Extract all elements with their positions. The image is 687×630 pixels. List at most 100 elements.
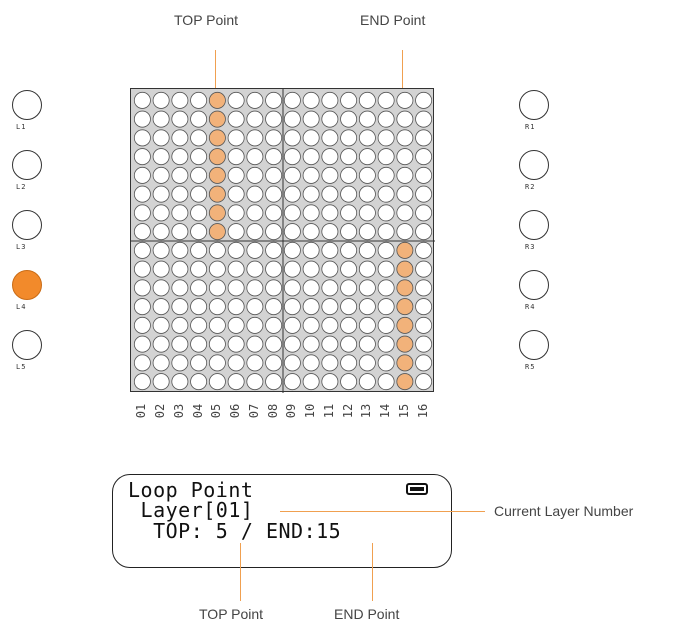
grid-pad-r3-c13[interactable] (358, 129, 376, 147)
grid-pad-r16-c14[interactable] (377, 373, 395, 391)
grid-pad-r9-c2[interactable] (152, 241, 170, 259)
grid-pad-r11-c10[interactable] (302, 279, 320, 297)
grid-pad-r8-c15[interactable] (396, 223, 414, 241)
grid-pad-r1-c4[interactable] (190, 91, 208, 109)
grid-pad-r13-c10[interactable] (302, 316, 320, 334)
grid-pad-r2-c11[interactable] (321, 110, 339, 128)
grid-pad-r15-c5[interactable] (208, 354, 226, 372)
grid-pad-r5-c16[interactable] (415, 166, 433, 184)
grid-pad-r2-c1[interactable] (133, 110, 151, 128)
grid-pad-r9-c7[interactable] (246, 241, 264, 259)
top-point-pad-r5-c5[interactable] (208, 166, 226, 184)
grid-pad-r9-c3[interactable] (171, 241, 189, 259)
grid-pad-r16-c1[interactable] (133, 373, 151, 391)
grid-pad-r7-c3[interactable] (171, 204, 189, 222)
grid-pad-r10-c16[interactable] (415, 260, 433, 278)
grid-pad-r5-c13[interactable] (358, 166, 376, 184)
grid-pad-r4-c16[interactable] (415, 148, 433, 166)
grid-pad-r8-c7[interactable] (246, 223, 264, 241)
grid-pad-r10-c2[interactable] (152, 260, 170, 278)
grid-pad-r8-c11[interactable] (321, 223, 339, 241)
grid-pad-r11-c1[interactable] (133, 279, 151, 297)
grid-pad-r12-c4[interactable] (190, 298, 208, 316)
grid-pad-r1-c13[interactable] (358, 91, 376, 109)
grid-pad-r4-c4[interactable] (190, 148, 208, 166)
grid-pad-r1-c15[interactable] (396, 91, 414, 109)
grid-pad-r10-c14[interactable] (377, 260, 395, 278)
grid-pad-r11-c5[interactable] (208, 279, 226, 297)
grid-pad-r16-c11[interactable] (321, 373, 339, 391)
grid-pad-r14-c1[interactable] (133, 335, 151, 353)
grid-pad-r16-c9[interactable] (283, 373, 301, 391)
pad-button-l5[interactable] (12, 330, 42, 360)
grid-pad-r16-c12[interactable] (340, 373, 358, 391)
top-point-pad-r8-c5[interactable] (208, 223, 226, 241)
grid-pad-r8-c9[interactable] (283, 223, 301, 241)
grid-pad-r9-c4[interactable] (190, 241, 208, 259)
grid-pad-r15-c13[interactable] (358, 354, 376, 372)
grid-pad-r7-c11[interactable] (321, 204, 339, 222)
grid-pad-r10-c5[interactable] (208, 260, 226, 278)
grid-pad-r5-c9[interactable] (283, 166, 301, 184)
grid-pad-r5-c1[interactable] (133, 166, 151, 184)
grid-pad-r6-c13[interactable] (358, 185, 376, 203)
grid-pad-r4-c14[interactable] (377, 148, 395, 166)
grid-pad-r1-c10[interactable] (302, 91, 320, 109)
grid-pad-r15-c2[interactable] (152, 354, 170, 372)
grid-pad-r12-c6[interactable] (227, 298, 245, 316)
grid-pad-r16-c2[interactable] (152, 373, 170, 391)
grid-pad-r6-c16[interactable] (415, 185, 433, 203)
grid-pad-r6-c1[interactable] (133, 185, 151, 203)
grid-pad-r7-c14[interactable] (377, 204, 395, 222)
grid-pad-r2-c13[interactable] (358, 110, 376, 128)
grid-pad-r2-c7[interactable] (246, 110, 264, 128)
grid-pad-r12-c12[interactable] (340, 298, 358, 316)
grid-pad-r6-c10[interactable] (302, 185, 320, 203)
grid-pad-r5-c6[interactable] (227, 166, 245, 184)
grid-pad-r16-c4[interactable] (190, 373, 208, 391)
grid-pad-r16-c7[interactable] (246, 373, 264, 391)
grid-pad-r7-c8[interactable] (265, 204, 283, 222)
grid-pad-r8-c2[interactable] (152, 223, 170, 241)
pad-button-r1[interactable] (519, 90, 549, 120)
top-point-pad-r2-c5[interactable] (208, 110, 226, 128)
grid-pad-r9-c14[interactable] (377, 241, 395, 259)
grid-pad-r1-c8[interactable] (265, 91, 283, 109)
grid-pad-r1-c7[interactable] (246, 91, 264, 109)
grid-pad-r13-c1[interactable] (133, 316, 151, 334)
grid-pad-r8-c1[interactable] (133, 223, 151, 241)
grid-pad-r9-c13[interactable] (358, 241, 376, 259)
grid-pad-r14-c4[interactable] (190, 335, 208, 353)
grid-pad-r1-c1[interactable] (133, 91, 151, 109)
grid-pad-r4-c3[interactable] (171, 148, 189, 166)
grid-pad-r5-c15[interactable] (396, 166, 414, 184)
grid-pad-r4-c8[interactable] (265, 148, 283, 166)
grid-pad-r13-c9[interactable] (283, 316, 301, 334)
grid-pad-r15-c10[interactable] (302, 354, 320, 372)
grid-pad-r1-c12[interactable] (340, 91, 358, 109)
grid-pad-r12-c13[interactable] (358, 298, 376, 316)
pad-button-r4[interactable] (519, 270, 549, 300)
end-point-pad-r12-c15[interactable] (396, 298, 414, 316)
grid-pad-r14-c7[interactable] (246, 335, 264, 353)
grid-pad-r6-c4[interactable] (190, 185, 208, 203)
grid-pad-r2-c6[interactable] (227, 110, 245, 128)
grid-pad-r2-c10[interactable] (302, 110, 320, 128)
grid-pad-r15-c6[interactable] (227, 354, 245, 372)
grid-pad-r11-c13[interactable] (358, 279, 376, 297)
grid-pad-r3-c9[interactable] (283, 129, 301, 147)
grid-pad-r3-c1[interactable] (133, 129, 151, 147)
grid-pad-r14-c14[interactable] (377, 335, 395, 353)
grid-pad-r6-c2[interactable] (152, 185, 170, 203)
grid-pad-r6-c6[interactable] (227, 185, 245, 203)
grid-pad-r7-c6[interactable] (227, 204, 245, 222)
grid-pad-r4-c2[interactable] (152, 148, 170, 166)
grid-pad-r16-c13[interactable] (358, 373, 376, 391)
grid-pad-r4-c6[interactable] (227, 148, 245, 166)
grid-pad-r3-c16[interactable] (415, 129, 433, 147)
grid-pad-r13-c4[interactable] (190, 316, 208, 334)
grid-pad-r11-c7[interactable] (246, 279, 264, 297)
grid-pad-r7-c4[interactable] (190, 204, 208, 222)
grid-pad-r4-c11[interactable] (321, 148, 339, 166)
grid-pad-r8-c6[interactable] (227, 223, 245, 241)
